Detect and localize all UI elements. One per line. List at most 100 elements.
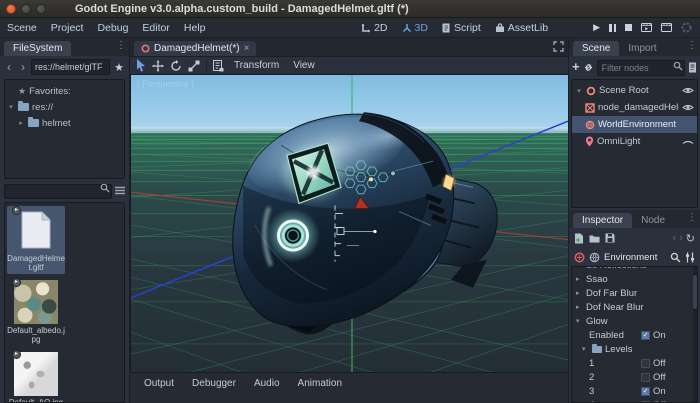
search-icon[interactable] xyxy=(670,252,681,263)
favorites-row[interactable]: ★ Favorites: xyxy=(7,83,122,99)
perspective-label[interactable]: [ Perspective ] xyxy=(137,79,194,89)
file-item-ao[interactable]: ▸ Default_AO.jpg xyxy=(7,350,65,403)
animation-button[interactable]: Animation xyxy=(290,376,350,391)
scale-tool-button[interactable] xyxy=(188,60,200,72)
scene-tab-damagedhelmet[interactable]: DamagedHelmet(*) × xyxy=(134,41,256,56)
save-resource-button[interactable] xyxy=(605,233,615,243)
pause-button[interactable] xyxy=(609,24,616,32)
import-badge-icon: ▸ xyxy=(12,278,21,287)
tab-inspector[interactable]: Inspector xyxy=(573,213,632,228)
visibility-eye-icon[interactable] xyxy=(682,137,694,146)
property-label: 4 xyxy=(589,400,638,403)
workspace-script-button[interactable]: Script xyxy=(437,20,486,36)
property-label: 2 xyxy=(589,372,638,383)
dock-menu-icon[interactable]: ⋮ xyxy=(116,40,126,51)
menu-project[interactable]: Project xyxy=(44,20,91,36)
property-glow-levels[interactable]: ▾ Levels xyxy=(572,342,697,356)
menu-debug[interactable]: Debug xyxy=(90,20,135,36)
history-back-button[interactable]: ‹ xyxy=(672,232,676,244)
debugger-button[interactable]: Debugger xyxy=(184,376,244,391)
node-row-scene-root[interactable]: ▾ Scene Root xyxy=(572,82,697,99)
expand-open-icon[interactable]: ▾ xyxy=(7,103,15,111)
file-search-input[interactable] xyxy=(4,184,112,199)
checkbox-unchecked-icon[interactable] xyxy=(641,373,650,382)
transform-menu[interactable]: Transform xyxy=(230,60,283,71)
select-tool-button[interactable] xyxy=(136,59,146,72)
tab-filesystem[interactable]: FileSystem xyxy=(4,41,71,56)
dock-menu-icon[interactable]: ⋮ xyxy=(687,212,697,223)
property-section-dof-far[interactable]: ▸ Dof Far Blur xyxy=(572,286,697,300)
property-section-glow[interactable]: ▾ Glow xyxy=(572,314,697,328)
checkbox-checked-icon[interactable]: ✓ xyxy=(641,331,650,340)
attach-script-button[interactable] xyxy=(688,62,697,73)
expand-open-icon[interactable]: ▾ xyxy=(575,87,583,95)
menu-help[interactable]: Help xyxy=(177,20,213,36)
favorite-toggle-button[interactable]: ★ xyxy=(112,61,126,74)
load-resource-button[interactable] xyxy=(589,234,600,243)
file-list-toggle-button[interactable] xyxy=(115,186,125,195)
window-close-button[interactable] xyxy=(6,4,16,14)
menu-editor[interactable]: Editor xyxy=(135,20,176,36)
scene-icon xyxy=(141,44,150,53)
transform-dialog-button[interactable] xyxy=(213,60,224,72)
inspector-scrollbar[interactable] xyxy=(693,267,697,402)
workspace-3d-button[interactable]: 3D xyxy=(397,20,433,36)
node-row-worldenvironment[interactable]: WorldEnvironment xyxy=(572,116,697,133)
nav-forward-button[interactable]: › xyxy=(17,60,29,74)
property-section-ssreflections[interactable]: ▸ Ss Reflections xyxy=(572,266,697,272)
window-minimize-button[interactable] xyxy=(21,4,31,14)
filesystem-path-bar: ‹ › ★ xyxy=(0,56,129,78)
path-input[interactable] xyxy=(31,59,110,75)
window-maximize-button[interactable] xyxy=(36,4,46,14)
view-menu[interactable]: View xyxy=(289,60,319,71)
tools-sliders-icon[interactable] xyxy=(685,252,695,263)
root-folder-label: res:// xyxy=(32,102,53,113)
node-row-omnilight[interactable]: OmniLight xyxy=(572,133,697,150)
rotate-tool-button[interactable] xyxy=(170,60,182,72)
tree-item-helmet[interactable]: ▸ helmet xyxy=(7,115,122,131)
tab-scene[interactable]: Scene xyxy=(573,41,619,56)
file-item-albedo[interactable]: ▸ Default_albedo.jpg xyxy=(7,278,65,346)
nav-back-button[interactable]: ‹ xyxy=(3,60,15,74)
filter-nodes-input[interactable] xyxy=(597,60,685,76)
workspace-assetlib-button[interactable]: AssetLib xyxy=(490,20,553,36)
tab-import[interactable]: Import xyxy=(619,41,665,56)
scene-dock-tabs: Scene Import ⋮ xyxy=(569,38,700,56)
checkbox-checked-icon[interactable]: ✓ xyxy=(641,387,650,396)
property-level-2: 2 Off xyxy=(572,370,697,384)
stop-button[interactable] xyxy=(625,24,632,31)
visibility-eye-icon[interactable] xyxy=(682,86,694,95)
node-row-damagedhelmet[interactable]: node_damagedHelmet_- xyxy=(572,99,697,116)
new-resource-button[interactable] xyxy=(574,233,584,244)
file-item-gltf[interactable]: ▸ DamagedHelmet.gltf xyxy=(7,206,65,274)
move-tool-button[interactable] xyxy=(152,60,164,72)
play-button[interactable]: ▶ xyxy=(593,23,600,32)
audio-button[interactable]: Audio xyxy=(246,376,288,391)
inspector-properties: ▸ Ss Reflections ▸ Ssao ▸ Dof Far Blur ▸… xyxy=(571,266,698,403)
folder-icon xyxy=(592,346,602,353)
object-history-icon[interactable]: ↻ xyxy=(686,232,695,245)
property-label: 3 xyxy=(589,386,638,397)
dock-menu-icon[interactable]: ⋮ xyxy=(687,40,697,51)
menu-scene[interactable]: Scene xyxy=(0,20,44,36)
expand-closed-icon[interactable]: ▸ xyxy=(17,119,25,127)
tab-node[interactable]: Node xyxy=(632,213,674,228)
play-scene-button[interactable] xyxy=(641,23,652,32)
output-button[interactable]: Output xyxy=(136,376,182,391)
tree-item-res-root[interactable]: ▾ res:// xyxy=(7,99,122,115)
property-label: 1 xyxy=(589,358,638,369)
add-node-button[interactable]: + xyxy=(572,61,580,73)
distraction-free-button[interactable] xyxy=(553,41,564,52)
3d-viewport[interactable]: [ Perspective ] xyxy=(130,75,568,372)
visibility-eye-icon[interactable] xyxy=(682,103,694,112)
expand-closed-icon: ▸ xyxy=(576,275,583,283)
tab-close-icon[interactable]: × xyxy=(244,43,250,54)
instance-scene-button[interactable] xyxy=(583,62,594,73)
checkbox-unchecked-icon[interactable] xyxy=(641,359,650,368)
history-forward-button[interactable]: › xyxy=(679,232,683,244)
playback-controls: ▶ xyxy=(593,22,692,33)
property-section-ssao[interactable]: ▸ Ssao xyxy=(572,272,697,286)
play-custom-scene-button[interactable] xyxy=(661,23,672,32)
property-section-dof-near[interactable]: ▸ Dof Near Blur xyxy=(572,300,697,314)
workspace-2d-button[interactable]: 2D xyxy=(356,20,392,36)
